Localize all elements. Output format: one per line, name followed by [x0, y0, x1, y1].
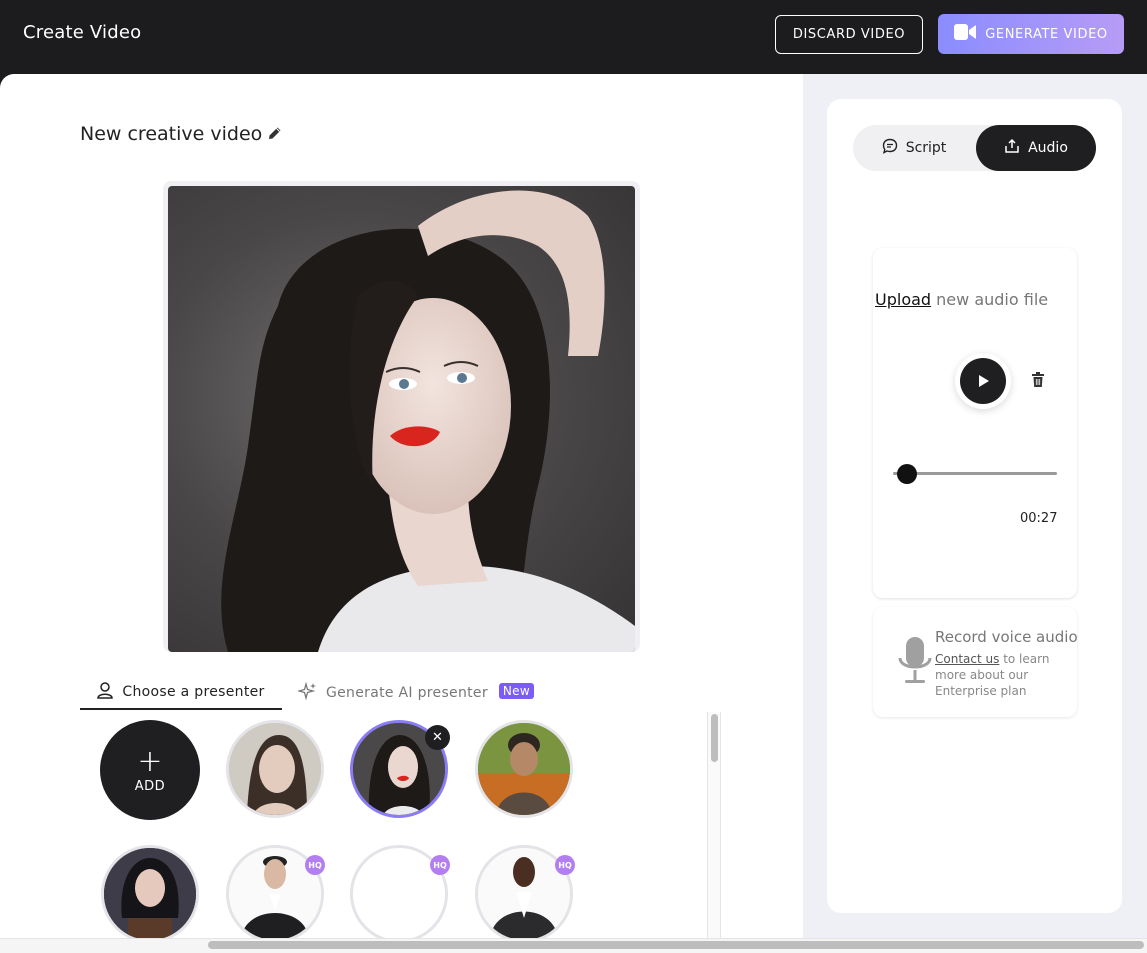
presenter-preview-frame	[163, 181, 640, 652]
record-voice-description: Contact us to learn more about our Enter…	[935, 651, 1075, 699]
remove-presenter-button[interactable]: ✕	[425, 725, 450, 750]
chat-icon	[882, 138, 898, 158]
video-title[interactable]: New creative video	[80, 123, 282, 145]
tab-generate-ai-presenter-label: Generate AI presenter	[326, 685, 488, 701]
generate-video-label: GENERATE VIDEO	[985, 26, 1108, 42]
add-presenter-label: ADD	[134, 778, 166, 794]
page-title: Create Video	[23, 22, 142, 43]
audio-duration: 00:27	[1020, 511, 1058, 526]
pencil-icon[interactable]	[268, 123, 282, 145]
audio-progress-track[interactable]	[893, 472, 1057, 475]
new-badge: New	[498, 683, 534, 699]
presenter-list-scrollbar-thumb[interactable]	[711, 714, 718, 762]
generate-video-button[interactable]: GENERATE VIDEO	[938, 14, 1124, 54]
play-icon	[960, 358, 1006, 404]
close-icon: ✕	[432, 730, 443, 745]
sparkle-icon	[296, 681, 317, 705]
presenter-avatar[interactable]	[101, 845, 199, 943]
tab-choose-presenter-label: Choose a presenter	[122, 684, 265, 700]
tab-audio-label: Audio	[1028, 140, 1068, 156]
tab-script[interactable]: Script	[853, 125, 975, 171]
hq-badge: HQ	[430, 855, 450, 875]
contact-us-link[interactable]: Contact us	[935, 652, 999, 666]
upload-audio-prompt-text: new audio file	[936, 290, 1049, 309]
tab-audio[interactable]: Audio	[976, 125, 1096, 171]
tab-script-label: Script	[905, 140, 947, 156]
hq-badge: HQ	[305, 855, 325, 875]
discard-video-button[interactable]: DISCARD VIDEO	[775, 15, 923, 54]
upload-icon	[1004, 138, 1020, 158]
presenter-preview-image	[168, 186, 635, 652]
plus-icon: +	[137, 743, 163, 779]
person-icon	[97, 681, 114, 703]
upload-link[interactable]: Upload	[875, 290, 931, 309]
microphone-icon	[897, 636, 933, 692]
upload-audio-prompt: Upload new audio file	[875, 290, 1048, 309]
presenter-avatar[interactable]	[226, 720, 324, 818]
tab-generate-ai-presenter[interactable]: Generate AI presenter New	[296, 676, 534, 710]
page-horizontal-scrollbar-thumb[interactable]	[208, 941, 1144, 949]
video-title-text: New creative video	[80, 123, 263, 145]
trash-icon	[1029, 372, 1047, 393]
add-presenter-button[interactable]: + ADD	[100, 720, 200, 820]
delete-audio-button[interactable]	[1029, 371, 1047, 389]
play-audio-button[interactable]	[955, 353, 1011, 409]
hq-badge: HQ	[555, 855, 575, 875]
video-camera-icon	[954, 23, 977, 45]
presenter-avatar[interactable]	[475, 720, 573, 818]
tab-choose-presenter[interactable]: Choose a presenter	[80, 676, 282, 710]
record-voice-title: Record voice audio	[935, 628, 1078, 646]
